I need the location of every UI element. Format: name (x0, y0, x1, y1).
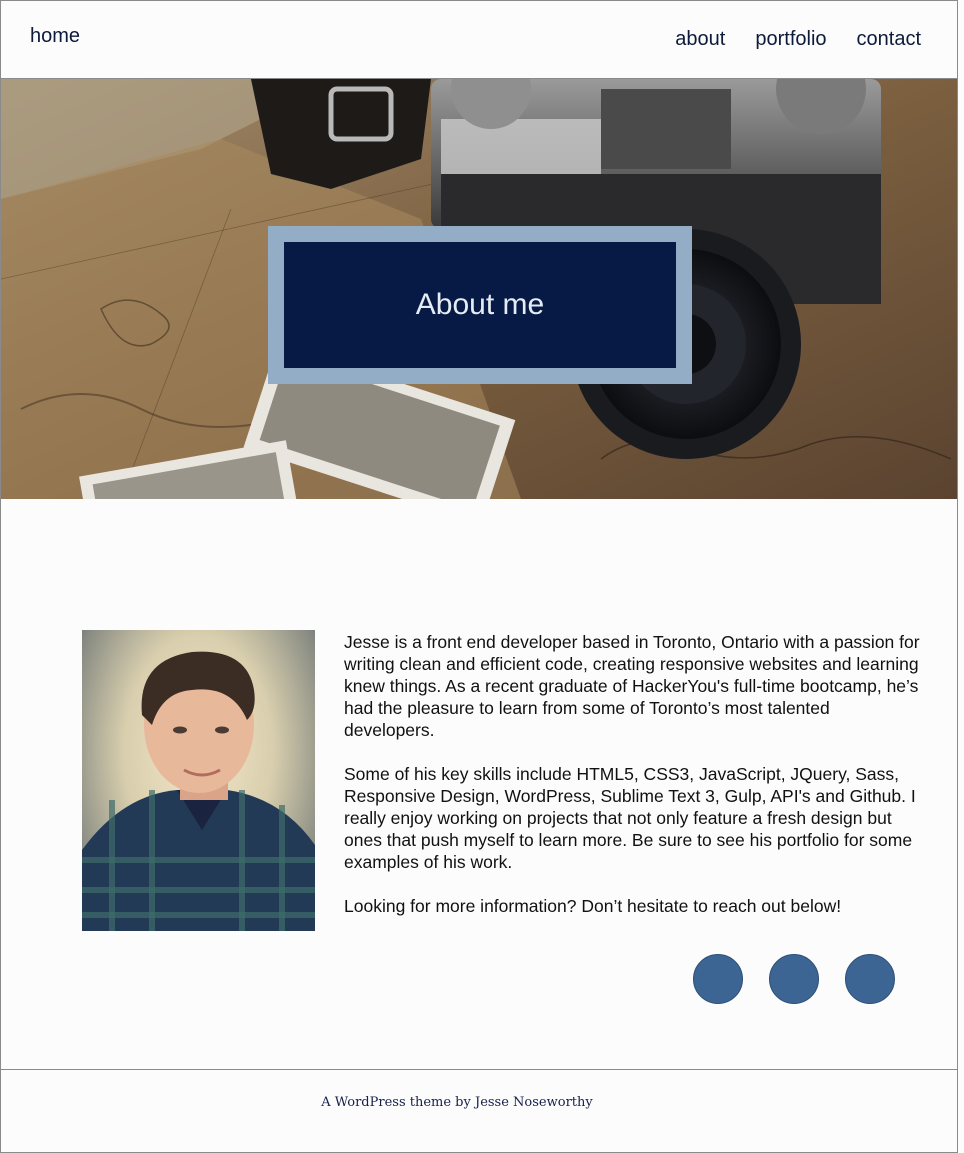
social-link-1[interactable] (693, 954, 743, 1004)
profile-photo (82, 630, 315, 931)
bio-text: Jesse is a front end developer based in … (344, 631, 924, 939)
hero-banner: About me (1, 79, 957, 499)
social-link-3[interactable] (845, 954, 895, 1004)
page-title: About me (415, 288, 545, 321)
page: home about portfolio contact About me Je… (0, 0, 958, 1153)
nav-portfolio-link[interactable]: portfolio (755, 28, 826, 51)
site-footer: A WordPress theme by Jesse Noseworthy (1, 1069, 957, 1152)
social-link-2[interactable] (769, 954, 819, 1004)
nav-contact-link[interactable]: contact (857, 28, 921, 51)
bio-paragraph: Jesse is a front end developer based in … (344, 632, 920, 740)
nav-home-link[interactable]: home (30, 25, 80, 48)
bio-paragraph: Looking for more information? Don’t hesi… (344, 896, 842, 916)
nav-about-link[interactable]: about (675, 28, 725, 51)
social-links (693, 954, 895, 1004)
footer-credit: A WordPress theme by Jesse Noseworthy (321, 1095, 593, 1110)
site-header: home about portfolio contact (1, 1, 957, 79)
hero-title-frame: About me (268, 226, 692, 384)
bio-paragraph: Some of his key skills include HTML5, CS… (344, 764, 916, 872)
portrait-illustration (82, 651, 315, 931)
hero-title-box: About me (284, 242, 676, 368)
main-nav: about portfolio contact (675, 28, 921, 51)
